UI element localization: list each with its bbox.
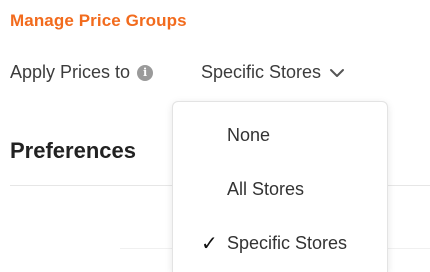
price-settings-panel: Manage Price Groups Apply Prices to i Sp…: [0, 0, 430, 272]
option-label: Specific Stores: [227, 232, 348, 253]
checkmark-icon: ✓: [201, 232, 218, 255]
option-label: All Stores: [227, 178, 305, 199]
preferences-heading: Preferences: [10, 138, 136, 163]
apply-prices-row: Apply Prices to i: [10, 62, 154, 83]
option-label: None: [227, 124, 271, 145]
manage-price-groups-link[interactable]: Manage Price Groups: [10, 11, 187, 31]
info-icon[interactable]: i: [137, 64, 154, 81]
apply-prices-select[interactable]: Specific Stores: [201, 62, 345, 83]
apply-prices-dropdown-menu: None All Stores ✓ Specific Stores: [172, 101, 388, 272]
dropdown-option-all-stores[interactable]: All Stores: [173, 169, 387, 209]
apply-prices-selected-value: Specific Stores: [201, 62, 322, 82]
dropdown-option-none[interactable]: None: [173, 115, 387, 155]
apply-prices-label: Apply Prices to: [10, 62, 131, 82]
dropdown-option-specific-stores[interactable]: ✓ Specific Stores: [173, 223, 387, 263]
chevron-down-icon: [330, 68, 345, 77]
